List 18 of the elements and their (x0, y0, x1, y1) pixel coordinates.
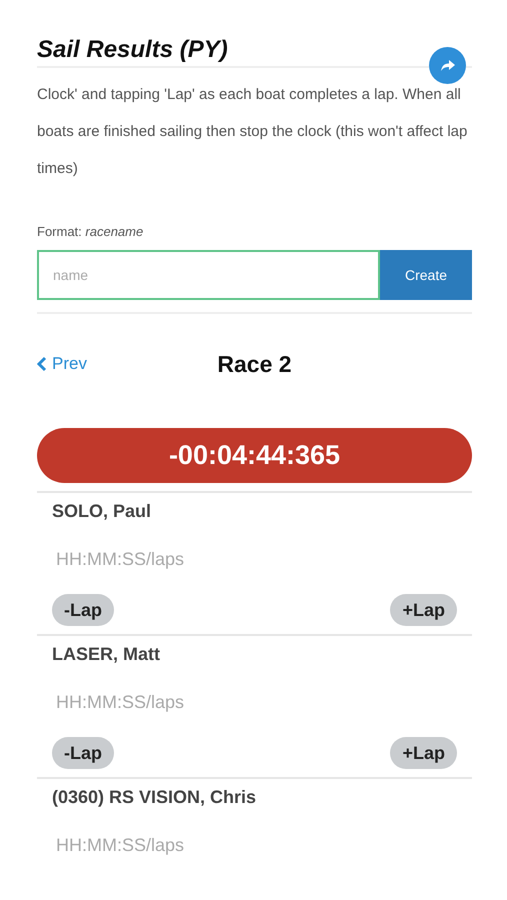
minus-lap-button[interactable]: -Lap (52, 737, 114, 769)
plus-lap-button[interactable]: +Lap (390, 737, 457, 769)
page-title: Sail Results (PY) (37, 35, 228, 65)
create-button[interactable]: Create (380, 250, 472, 300)
format-hint: Format: racename (37, 224, 144, 239)
boat-name: LASER, Matt (52, 644, 161, 666)
prev-link[interactable]: Prev (37, 354, 87, 374)
race-title: Race 2 (217, 350, 292, 378)
share-icon (440, 60, 454, 72)
chevron-left-icon (37, 356, 47, 372)
plus-lap-button[interactable]: +Lap (390, 594, 457, 626)
boat-name: (0360) RS VISION, Chris (52, 787, 258, 809)
name-input[interactable]: name (37, 250, 380, 300)
minus-lap-button[interactable]: -Lap (52, 594, 114, 626)
instructions-text: Clock' and tapping 'Lap' as each boat completes a lap. When all boats are finished sailing then stop the clock (this won't affect lap times) (37, 85, 468, 179)
share-button[interactable] (429, 47, 466, 84)
boat-name: SOLO, Paul (52, 501, 152, 523)
race-timer[interactable]: -00:04:44:365 (37, 428, 472, 483)
